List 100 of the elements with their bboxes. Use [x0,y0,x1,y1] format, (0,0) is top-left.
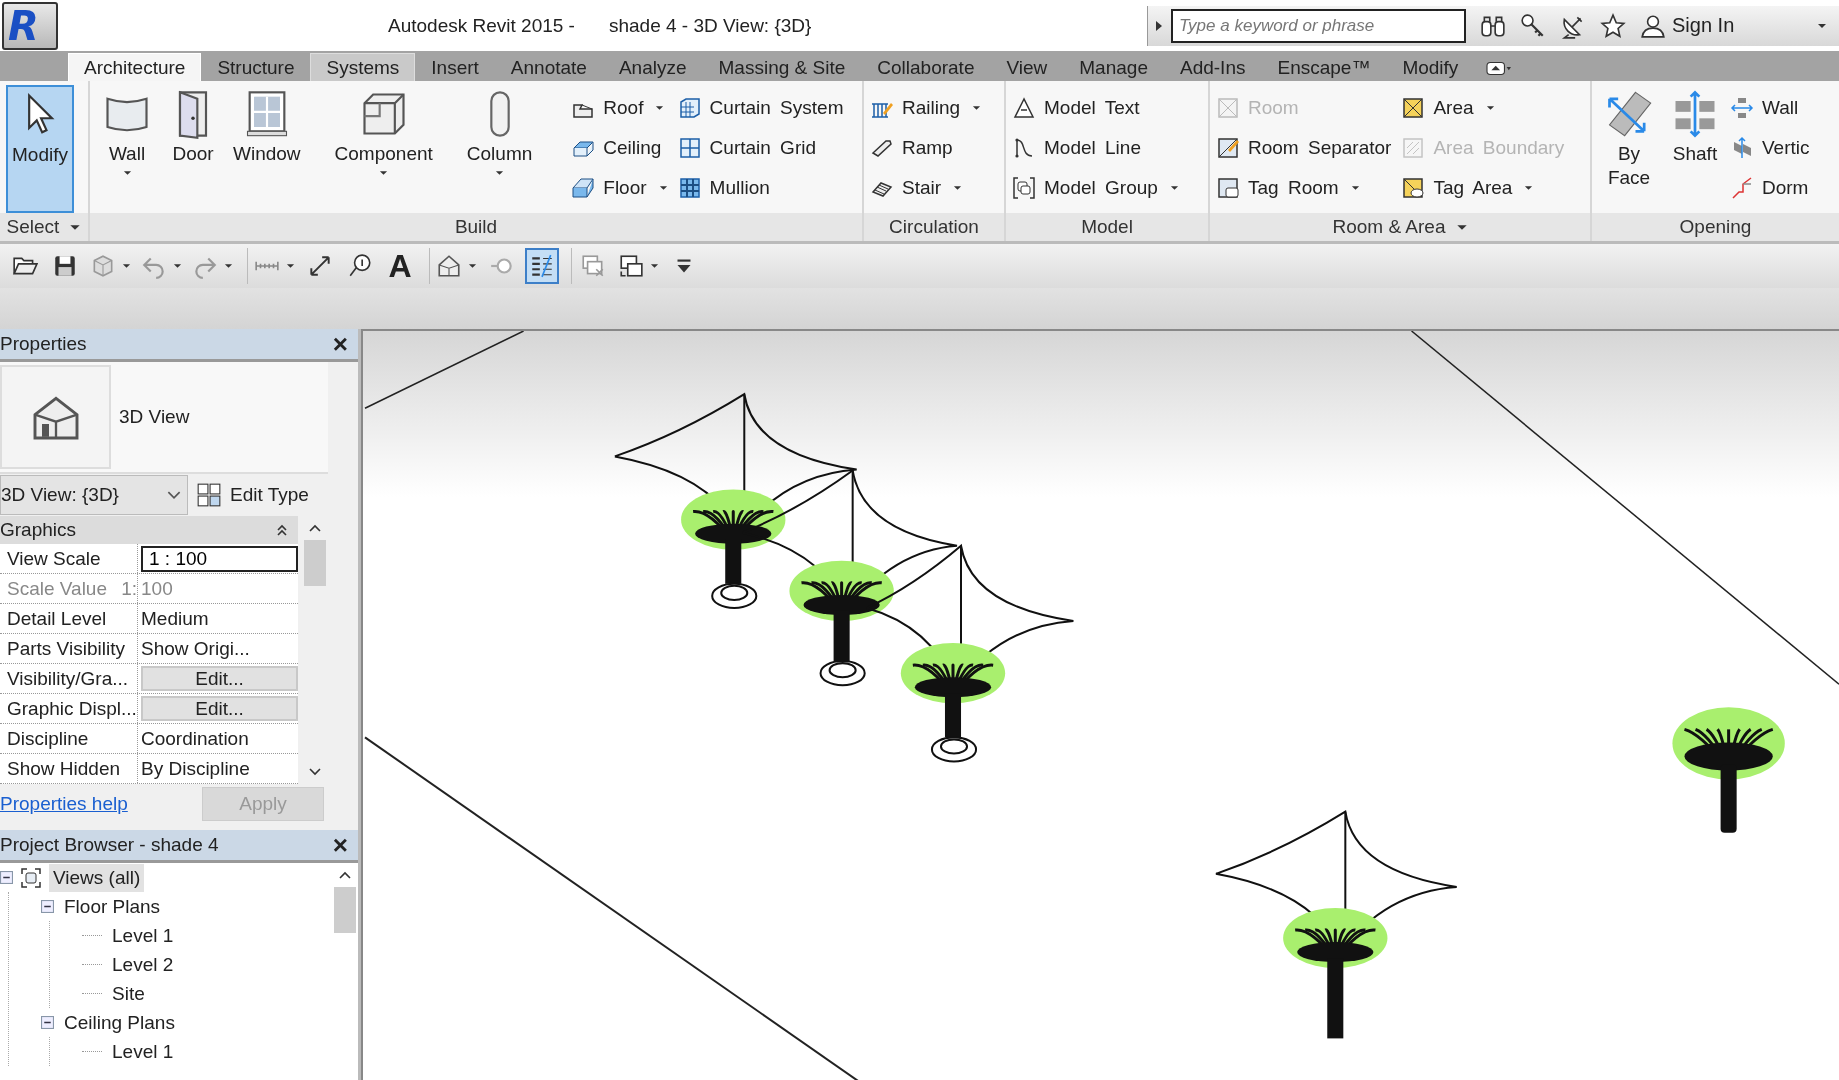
collapse-icon[interactable] [41,900,54,913]
property-name: Show Hidden [7,757,121,781]
house-icon [436,253,462,279]
property-input[interactable]: 1 : 100 [141,545,298,572]
ribbon-tab[interactable]: Analyze [602,53,703,81]
ribbon-tab[interactable]: Insert [415,53,495,81]
collapse-icon[interactable] [0,871,13,884]
property-name: Detail Level [7,607,107,631]
panel-title[interactable]: Room & Area [1210,213,1590,241]
area-boundary-icon [1401,136,1426,160]
scroll-thumb[interactable] [304,540,326,586]
ribbon-tab[interactable]: Add-Ins [1163,53,1262,81]
type-selector-dropdown[interactable]: 3D View: {3D} [0,475,188,515]
panel-title[interactable]: Select [0,213,88,241]
ribbon-tool-button[interactable]: Railing [870,91,982,125]
close-button[interactable]: × [328,330,352,358]
property-name: Scale Value [7,577,107,601]
ribbon-tool-button[interactable]: Component [329,85,438,213]
ribbon-tool-button[interactable]: Door [162,85,224,213]
scroll-down-icon[interactable] [309,768,321,776]
ribbon-tab[interactable]: Systems [310,53,416,81]
ribbon-tool-button[interactable]: Window [228,85,306,213]
tree-item[interactable]: Floor Plans [60,892,165,921]
panel-title[interactable]: Build [90,213,862,241]
tree-item[interactable]: Views (all) [49,863,145,892]
tree-item[interactable]: Level 1 [108,921,178,950]
3d-viewport[interactable] [361,329,1839,1080]
caret-icon [122,170,132,176]
area-tag-icon [1401,176,1426,200]
toolbar-button[interactable] [525,248,559,284]
panel-title[interactable]: Opening [1592,213,1839,241]
panel-grid-icon [677,176,702,200]
ribbon-tab[interactable]: View [990,53,1064,81]
caret-icon [650,263,659,269]
ribbon-tool-button[interactable]: Floor [571,171,668,205]
ribbon-tool-button[interactable]: Model Line [1012,131,1179,165]
expand-arrow-icon[interactable] [1155,19,1163,32]
ribbon-tool-button[interactable]: Column [461,85,538,213]
property-name: Visibility/Gra... [7,667,129,691]
scroll-up-icon[interactable] [339,871,351,879]
scroll-thumb[interactable] [334,887,356,933]
caret-icon [224,263,233,269]
grid-icon [677,136,702,160]
ribbon-tab[interactable]: Collaborate [861,53,991,81]
window-title: Autodesk Revit 2015 - [388,14,575,37]
ribbon-tool-button[interactable]: Ceiling [571,131,668,165]
search-field[interactable]: Type a keyword or phrase [1171,8,1466,43]
panel-title[interactable]: Model [1006,213,1208,241]
ribbon-tool-button[interactable]: Modify [6,85,74,213]
ribbon-tab[interactable]: Massing & Site [702,53,862,81]
ribbon-tab[interactable]: Architecture [68,53,202,81]
property-value: By Discipline [141,757,250,780]
application-menu-button[interactable]: R [2,1,58,50]
collapse-icon[interactable] [41,1016,54,1029]
ribbon-tool-button[interactable]: Curtain System [677,91,844,125]
chevron-down-icon [167,490,181,500]
ribbon-tool-button[interactable]: Mullion [677,171,844,205]
ribbon-tool-button[interactable]: Tag Room [1216,171,1392,205]
caret-icon [1350,185,1360,191]
ribbon-tab[interactable]: Enscape™ [1261,53,1387,81]
ribbon-tool-button[interactable]: Model Text [1012,91,1179,125]
floor-icon [571,176,596,200]
group-icon [1012,176,1036,200]
properties-help-link[interactable]: Properties help [0,793,128,815]
ribbon-tab[interactable]: Annotate [494,53,603,81]
caret-icon [972,105,982,111]
ribbon-tool-button[interactable]: Model Group [1012,171,1179,205]
ribbon-tool-button[interactable]: Dorm [1730,171,1810,205]
ribbon-tool-button[interactable]: Area [1401,91,1565,125]
edit-type-button[interactable]: Edit Type [196,482,309,508]
ribbon-tab[interactable]: Structure [201,53,311,81]
tree-item[interactable]: Ceiling Plans [60,1008,179,1037]
ribbon-tool-button[interactable]: Shaft [1664,85,1726,213]
triangle-icon [1012,96,1036,120]
group-header[interactable]: Graphics [0,516,298,544]
ribbon-tool-button[interactable]: Tag Area [1401,171,1565,205]
close-button[interactable]: × [328,831,352,859]
ribbon-tool-button[interactable]: Curtain Grid [677,131,844,165]
ribbon-tool-button[interactable]: Stair [870,171,982,205]
collapse-chevrons-icon[interactable] [276,524,288,536]
tree-item[interactable]: Level 1 [108,1037,178,1066]
tree-item[interactable]: Site [108,979,149,1008]
scroll-up-icon[interactable] [309,524,321,532]
ribbon-tool-button[interactable]: Wall [1730,91,1810,125]
ribbon-tab[interactable]: Modify [1386,53,1475,81]
ribbon-tab[interactable]: Manage [1063,53,1164,81]
panel-title[interactable]: Circulation [864,213,1004,241]
ribbon-tool-button[interactable]: Room Separator [1216,131,1392,165]
edit-type-icon [196,482,222,508]
ribbon-tool-button[interactable]: Ramp [870,131,982,165]
ribbon-tool-button[interactable]: Roof [571,91,668,125]
property-name: View Scale [7,547,101,571]
sign-in-button[interactable]: Sign In [1634,12,1735,39]
tree-item[interactable]: Level 2 [108,950,178,979]
edit-button[interactable]: Edit... [141,696,298,721]
text-tool-button[interactable]: A [383,248,417,284]
edit-button[interactable]: Edit... [141,666,298,691]
ribbon-tool-button[interactable]: Vertic [1730,131,1810,165]
ribbon-tool-button[interactable]: By Face [1598,85,1660,213]
ribbon-tool-button[interactable]: Wall [96,85,158,213]
